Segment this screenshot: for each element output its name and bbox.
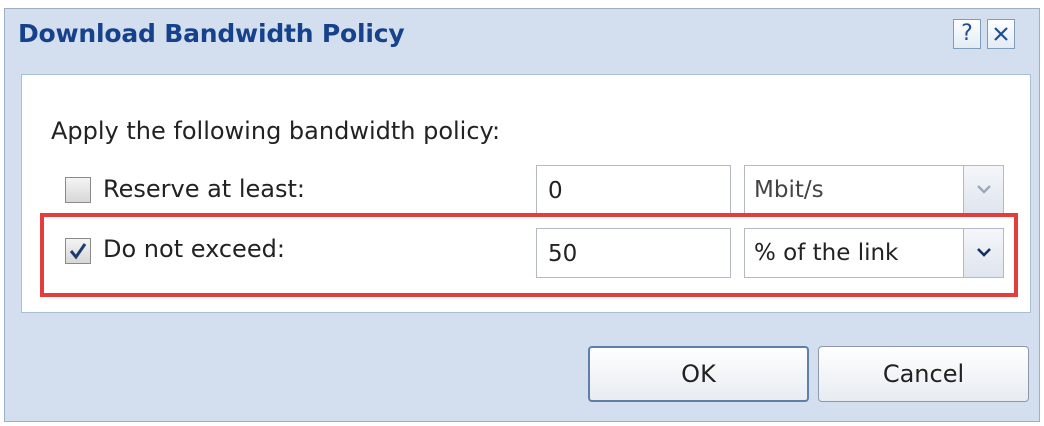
help-icon: ? bbox=[961, 21, 973, 46]
reserve-unit-dropdown[interactable] bbox=[963, 166, 1003, 214]
reserve-unit-value: Mbit/s bbox=[754, 177, 824, 203]
close-icon bbox=[994, 27, 1008, 41]
help-button[interactable]: ? bbox=[953, 19, 981, 49]
chevron-down-icon bbox=[977, 185, 991, 194]
reserve-label: Reserve at least: bbox=[103, 175, 305, 203]
reserve-unit-select[interactable]: Mbit/s bbox=[744, 165, 1004, 215]
intro-text: Apply the following bandwidth policy: bbox=[51, 117, 501, 145]
reserve-value-input[interactable]: 0 bbox=[536, 165, 731, 215]
ok-button[interactable]: OK bbox=[588, 346, 809, 402]
dialog-title: Download Bandwidth Policy bbox=[18, 19, 405, 48]
close-button[interactable] bbox=[987, 19, 1015, 49]
cancel-button[interactable]: Cancel bbox=[818, 346, 1029, 402]
reserve-checkbox[interactable] bbox=[65, 177, 91, 203]
highlight-box bbox=[40, 213, 1018, 297]
